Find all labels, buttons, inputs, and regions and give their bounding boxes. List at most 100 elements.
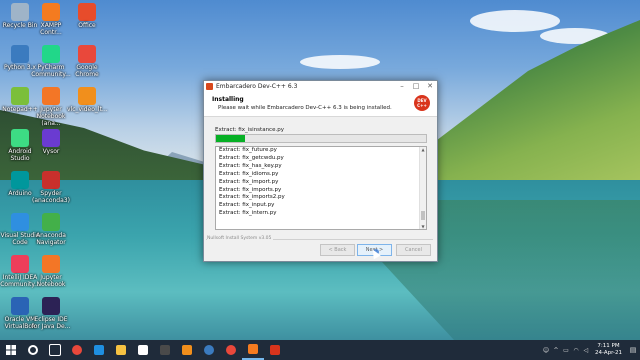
installer-header: Installing Please wait while Embarcadero…	[204, 92, 437, 117]
chrome-icon	[226, 345, 236, 355]
current-action-label: Extract: fix_isinstance.py	[215, 127, 284, 133]
desktop-icon-label: Spyder (anaconda3)	[32, 190, 70, 204]
maximize-icon[interactable]: □	[409, 81, 423, 92]
log-line: Extract: fix_imports2.py	[219, 194, 285, 201]
taskbar-python-button[interactable]	[198, 340, 220, 360]
taskbar-app-button[interactable]	[264, 340, 286, 360]
task-view-icon	[49, 344, 61, 356]
taskbar-search-button[interactable]	[22, 340, 44, 360]
app-shortcut-icon	[11, 87, 29, 105]
app-shortcut-icon	[42, 129, 60, 147]
scroll-up-icon[interactable]: ▲	[420, 147, 426, 152]
taskbar-chrome-button[interactable]	[220, 340, 242, 360]
clock-time: 7:11 PM	[597, 343, 620, 349]
desktop-icon[interactable]: Anaconda Navigator	[31, 213, 71, 246]
taskbar-vlc-button[interactable]	[176, 340, 198, 360]
log-line: Extract: fix_getcwdu.py	[219, 154, 284, 161]
log-line: Extract: fix_future.py	[219, 147, 277, 153]
battery-icon[interactable]: ▭	[561, 340, 571, 360]
window-title: Embarcadero Dev-C++ 6.3	[216, 83, 298, 90]
app-icon	[206, 83, 213, 90]
file-explorer-icon	[116, 345, 126, 355]
back-button[interactable]: < Back	[320, 244, 355, 256]
desktop-icon[interactable]: Eclipse IDE for Java De...	[31, 297, 71, 330]
devcpp-logo: DEV C++	[414, 95, 430, 111]
app-shortcut-icon	[42, 297, 60, 315]
volume-icon[interactable]: ◁	[581, 340, 591, 360]
app-shortcut-icon	[11, 129, 29, 147]
app-shortcut-icon	[42, 45, 60, 63]
desktop-icon[interactable]: Google Chrome	[67, 45, 107, 78]
app-shortcut-icon	[42, 171, 60, 189]
app-shortcut-icon	[11, 255, 29, 273]
details-log[interactable]: Extract: fix_future.py Extract: fix_getcw…	[215, 146, 427, 230]
app-shortcut-icon	[11, 171, 29, 189]
installer-icon	[248, 344, 258, 354]
taskbar-clock[interactable]: 7:11 PM 24-Apr-21	[591, 343, 626, 357]
app-shortcut-icon	[11, 3, 29, 21]
nsis-branding: Nullsoft Install System v3.05	[207, 236, 274, 241]
desktop-icon-label: Eclipse IDE for Java De...	[31, 316, 71, 330]
taskbar-terminal-button[interactable]	[154, 340, 176, 360]
desktop-icon[interactable]: Jupyter Notebook (ana...	[31, 87, 71, 127]
chevron-up-icon[interactable]: ^	[551, 340, 561, 360]
desktop-icon[interactable]: Spyder (anaconda3)	[31, 171, 71, 204]
window-titlebar[interactable]: Embarcadero Dev-C++ 6.3 – □ ✕	[204, 81, 437, 92]
log-line: Extract: fix_input.py	[219, 202, 275, 209]
store-icon	[138, 345, 148, 355]
desktop-icon-label: Jupyter Notebook (ana...	[36, 106, 66, 127]
desktop-icon[interactable]: XAMPP Contr...	[31, 3, 71, 36]
app-shortcut-icon	[78, 3, 96, 21]
log-line: Extract: fix_intern.py	[219, 210, 277, 217]
clock-date: 24-Apr-21	[594, 350, 622, 356]
taskbar-file-explorer-button[interactable]	[110, 340, 132, 360]
log-line: Extract: fix_idioms.py	[219, 170, 279, 177]
taskbar-chrome-button[interactable]	[66, 340, 88, 360]
taskbar-store-button[interactable]	[132, 340, 154, 360]
desktop-icon-label: Office	[78, 22, 96, 29]
app-shortcut-icon	[42, 87, 60, 105]
log-line: Extract: fix_import.py	[219, 178, 279, 185]
close-icon[interactable]: ✕	[423, 81, 437, 92]
installer-window: Embarcadero Dev-C++ 6.3 – □ ✕ Installing…	[203, 80, 438, 262]
desktop-icon-label: XAMPP Contr...	[40, 22, 62, 36]
desktop-icon[interactable]: Office	[67, 3, 107, 29]
chrome-icon	[72, 345, 82, 355]
edge-icon	[94, 345, 104, 355]
desktop-icon[interactable]: PyCharm Community...	[31, 45, 71, 78]
app-shortcut-icon	[42, 3, 60, 21]
app-shortcut-icon	[78, 87, 96, 105]
notification-icon[interactable]: ▤	[626, 340, 640, 360]
search-icon	[28, 345, 38, 355]
desktop-icon[interactable]: Vysor	[31, 129, 71, 155]
windows-logo-icon	[6, 345, 16, 355]
taskbar-edge-button[interactable]	[88, 340, 110, 360]
python-icon	[204, 345, 214, 355]
cancel-button[interactable]: Cancel	[396, 244, 431, 256]
app-shortcut-icon	[11, 45, 29, 63]
log-scrollbar[interactable]: ▲ ▼	[419, 147, 426, 229]
scroll-down-icon[interactable]: ▼	[420, 224, 426, 229]
desktop-icon-label: Jupyter Notebook	[36, 274, 66, 288]
log-line: Extract: fix_has_key.py	[219, 162, 282, 169]
desktop-icon-label: Anaconda Navigator	[36, 232, 66, 246]
people-icon[interactable]: ☺	[541, 340, 551, 360]
taskbar-task-view-button[interactable]	[44, 340, 66, 360]
wallpaper-cloud	[470, 10, 560, 32]
page-title: Installing	[212, 96, 244, 103]
wifi-icon[interactable]: ◠	[571, 340, 581, 360]
taskbar: ☺ ^ ▭ ◠ ◁ 7:11 PM 24-Apr-21 ▤	[0, 340, 640, 360]
taskbar-apps	[22, 340, 286, 360]
desktop-icon[interactable]: vlc_video_lt...	[67, 87, 108, 113]
minimize-icon[interactable]: –	[395, 81, 409, 92]
desktop-icon[interactable]: Jupyter Notebook	[31, 255, 71, 288]
scrollbar-thumb[interactable]	[421, 211, 425, 220]
desktop-icon-label: vlc_video_lt...	[67, 106, 108, 113]
wallpaper-cloud	[300, 55, 380, 69]
start-button[interactable]	[0, 340, 22, 360]
vlc-icon	[182, 345, 192, 355]
desktop-icon-label: Vysor	[42, 148, 60, 155]
app-icon	[270, 345, 280, 355]
desktop-icon-label: PyCharm Community...	[31, 64, 71, 78]
taskbar-installer-button[interactable]	[242, 340, 264, 360]
